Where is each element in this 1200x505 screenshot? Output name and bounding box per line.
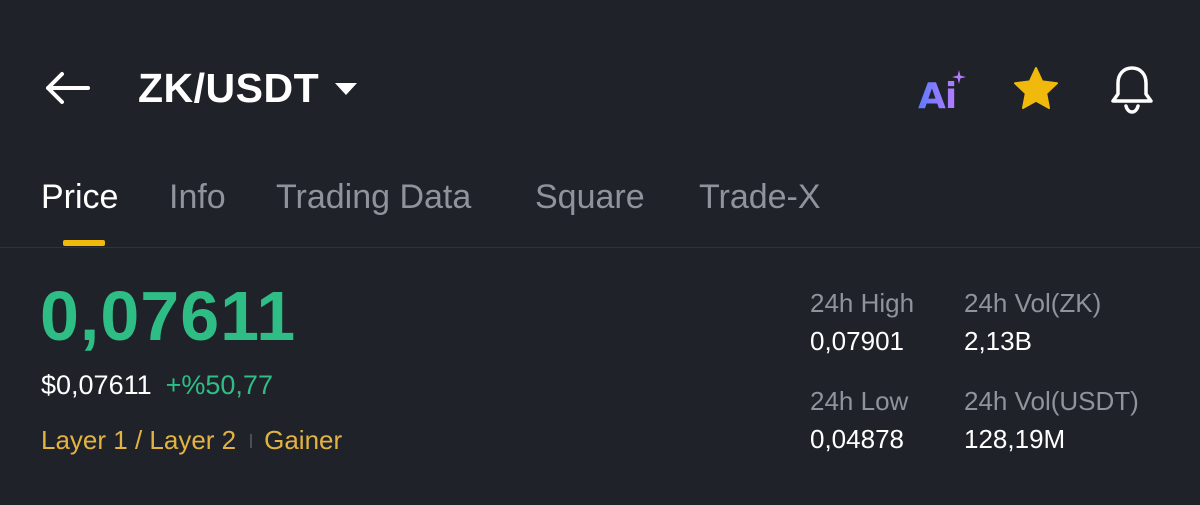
arrow-left-icon: [46, 72, 90, 104]
tag-divider: [250, 433, 253, 448]
high-label: 24h High: [810, 288, 915, 318]
tab-price[interactable]: Price: [41, 178, 118, 217]
low-value: 0,04878: [810, 424, 904, 454]
ai-assistant-icon: Ai: [918, 76, 957, 117]
star-icon: [1014, 67, 1058, 109]
sparkle-icon: [952, 70, 966, 84]
tab-info[interactable]: Info: [169, 178, 226, 217]
bell-icon: [1111, 66, 1153, 114]
price-subline: $0,07611 +%50,77: [41, 370, 273, 401]
high-value: 0,07901: [810, 326, 904, 356]
favorite-button[interactable]: [1008, 64, 1064, 114]
pair-selector[interactable]: ZK/USDT: [138, 60, 358, 116]
low-label: 24h Low: [810, 386, 909, 416]
tab-bar: Price Info Trading Data Square Trade-X: [0, 160, 1200, 248]
active-tab-indicator: [63, 240, 105, 246]
vol-quote-label: 24h Vol(USDT): [964, 386, 1139, 416]
tab-trading-data[interactable]: Trading Data: [276, 178, 471, 217]
last-price: 0,07611: [40, 277, 297, 355]
price-alert-button[interactable]: [1104, 62, 1160, 116]
vol-base-label: 24h Vol(ZK): [964, 288, 1102, 318]
tag-gainer[interactable]: Gainer: [264, 425, 342, 456]
vol-quote-value: 128,19M: [964, 424, 1066, 454]
tag-list: Layer 1 / Layer 2 Gainer: [41, 425, 342, 456]
price-usd: $0,07611: [41, 370, 152, 400]
vol-base-value: 2,13B: [964, 326, 1032, 356]
tag-layer[interactable]: Layer 1 / Layer 2: [41, 425, 236, 456]
market-detail-screen: ZK/USDT Ai Price Info Trading Data Squar…: [0, 0, 1200, 505]
top-bar: ZK/USDT Ai: [0, 0, 1200, 160]
caret-down-icon: [335, 83, 358, 95]
ai-assistant-button[interactable]: Ai: [914, 66, 970, 117]
back-button[interactable]: [40, 66, 92, 110]
tab-trade-x[interactable]: Trade-X: [699, 178, 821, 217]
pair-title: ZK/USDT: [138, 64, 320, 111]
tab-square[interactable]: Square: [535, 178, 645, 217]
price-change: +%50,77: [165, 370, 273, 400]
